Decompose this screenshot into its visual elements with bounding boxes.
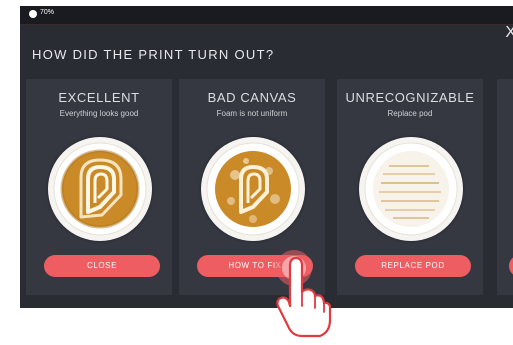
battery-icon bbox=[29, 10, 37, 18]
close-icon[interactable]: X bbox=[505, 25, 513, 41]
latte-art-unrecognizable-image bbox=[359, 137, 463, 241]
card-subtitle: Everything looks good bbox=[59, 109, 139, 118]
option-card-excellent[interactable]: EXCELLENT Everything looks good CLOSE bbox=[26, 79, 172, 295]
tap-hand-icon bbox=[258, 248, 338, 345]
option-card-unrecognizable[interactable]: UNRECOGNIZABLE Replace pod REPLACE POD bbox=[337, 79, 483, 295]
card-title: EXCELLENT bbox=[58, 90, 140, 105]
next-card-button[interactable] bbox=[509, 255, 513, 277]
card-title: BAD CANVAS bbox=[207, 90, 297, 105]
option-card-next-peek[interactable] bbox=[497, 79, 513, 295]
latte-art-excellent-image bbox=[48, 137, 152, 241]
card-subtitle: Replace pod bbox=[387, 109, 433, 118]
page-title: HOW DID THE PRINT TURN OUT? bbox=[32, 47, 275, 62]
battery-level: 70% bbox=[40, 9, 55, 16]
card-subtitle: Foam is not uniform bbox=[216, 109, 288, 118]
dialog-header: HOW DID THE PRINT TURN OUT? bbox=[20, 24, 513, 82]
replace-pod-button[interactable]: REPLACE POD bbox=[355, 255, 471, 277]
close-button[interactable]: CLOSE bbox=[44, 255, 160, 277]
card-title: UNRECOGNIZABLE bbox=[345, 90, 475, 105]
status-bar: 70% bbox=[20, 6, 513, 25]
latte-art-bad-canvas-image bbox=[201, 137, 305, 241]
